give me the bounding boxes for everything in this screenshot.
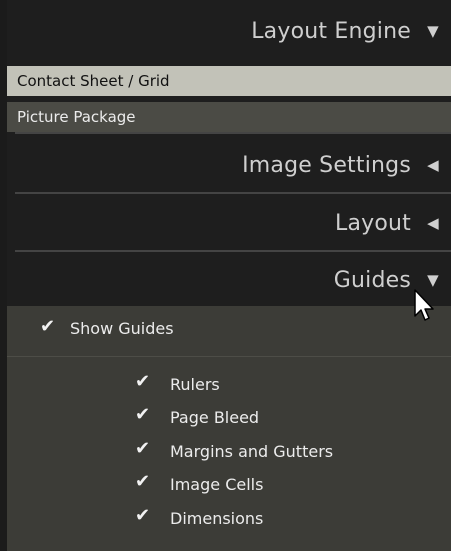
show-guides-checkbox[interactable]: ✔ [40, 318, 58, 336]
guides-title: Guides [333, 267, 411, 293]
show-guides-label[interactable]: Show Guides [70, 319, 174, 338]
engine-item-picture-package[interactable]: Picture Package [7, 102, 451, 132]
page-bleed-checkbox[interactable]: ✔ [135, 406, 153, 424]
dimensions-label[interactable]: Dimensions [170, 509, 263, 528]
arrow-cursor-icon [414, 289, 434, 321]
margins-gutters-checkbox[interactable]: ✔ [135, 440, 153, 458]
collapse-triangle-icon[interactable]: ◀ [425, 156, 441, 174]
right-panel-stack: Layout Engine ▼ Contact Sheet / Grid Pic… [7, 0, 451, 551]
margins-gutters-label[interactable]: Margins and Gutters [170, 442, 333, 461]
panel-divider [15, 132, 451, 134]
collapse-triangle-icon[interactable]: ◀ [425, 214, 441, 232]
layout-header[interactable]: Layout ◀ [7, 198, 451, 248]
layout-engine-title: Layout Engine [251, 18, 411, 44]
layout-engine-header[interactable]: Layout Engine ▼ [7, 0, 451, 62]
rulers-label[interactable]: Rulers [170, 375, 220, 394]
image-settings-title: Image Settings [242, 152, 411, 178]
engine-item-label: Contact Sheet / Grid [17, 72, 170, 90]
image-cells-label[interactable]: Image Cells [170, 475, 263, 494]
panel-divider [15, 192, 451, 194]
layout-title: Layout [335, 210, 411, 236]
guides-header[interactable]: Guides ▼ [7, 256, 451, 304]
dimensions-checkbox[interactable]: ✔ [135, 507, 153, 525]
guides-separator [7, 356, 451, 357]
page-bleed-label[interactable]: Page Bleed [170, 408, 259, 427]
image-cells-checkbox[interactable]: ✔ [135, 473, 153, 491]
engine-item-label: Picture Package [17, 108, 136, 126]
panel-divider [15, 250, 451, 252]
expand-triangle-icon[interactable]: ▼ [425, 271, 441, 289]
image-settings-header[interactable]: Image Settings ◀ [7, 140, 451, 190]
rulers-checkbox[interactable]: ✔ [135, 373, 153, 391]
expand-triangle-icon[interactable]: ▼ [425, 22, 441, 40]
engine-item-contact-sheet[interactable]: Contact Sheet / Grid [7, 66, 451, 96]
